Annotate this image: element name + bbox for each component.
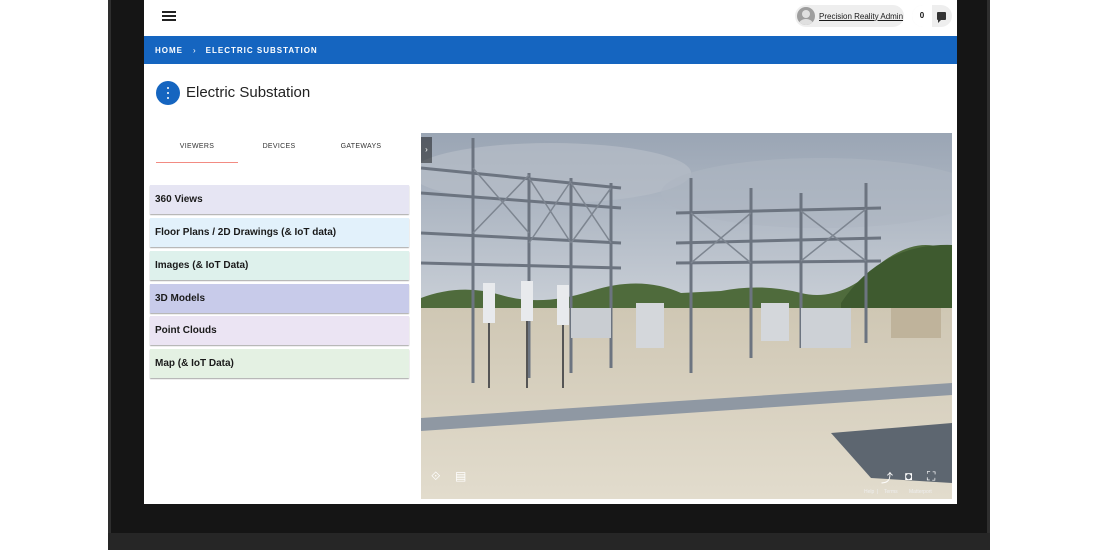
breadcrumb-current[interactable]: ELECTRIC SUBSTATION (206, 46, 318, 55)
user-name[interactable]: Precision Reality Admin (819, 12, 903, 21)
chevron-right-icon: › (193, 45, 196, 55)
matterport-logo[interactable]: Matterport (909, 489, 932, 495)
hamburger-menu-icon[interactable] (162, 9, 176, 23)
vr-icon[interactable]: ◘ (905, 469, 912, 483)
help-link[interactable]: Help (864, 489, 874, 495)
active-tab-indicator (156, 162, 238, 163)
app-screen: Precision Reality Admin 0 HOME › ELECTRI… (144, 0, 957, 504)
page-title: Electric Substation (186, 84, 311, 101)
chat-icon (937, 12, 946, 23)
breadcrumb-home[interactable]: HOME (155, 46, 183, 55)
list-item-point-clouds[interactable]: Point Clouds (150, 316, 409, 345)
laptop-base (108, 533, 990, 550)
list-item-360-views[interactable]: 360 Views (150, 185, 409, 214)
message-count: 0 (912, 5, 932, 27)
avatar (797, 7, 815, 25)
fullscreen-icon[interactable]: ⛶ (927, 469, 935, 484)
user-menu-button[interactable]: Precision Reality Admin (795, 5, 904, 27)
list-item-images[interactable]: Images (& IoT Data) (150, 251, 409, 280)
laptop-bezel-left (108, 0, 144, 550)
list-item-map[interactable]: Map (& IoT Data) (150, 349, 409, 378)
viewer-panel-toggle[interactable]: › (421, 137, 432, 163)
laptop-edge-right (987, 0, 990, 550)
tab-gateways[interactable]: GATEWAYS (320, 143, 402, 150)
laptop-edge-left (108, 0, 111, 550)
list-item-3d-models[interactable]: 3D Models (150, 284, 409, 313)
messages-button[interactable]: 0 (912, 5, 952, 27)
share-icon[interactable]: ⤴ (881, 469, 893, 486)
laptop-bezel-right (957, 0, 990, 550)
substation-photo (421, 133, 952, 499)
tab-devices[interactable]: DEVICES (238, 143, 320, 150)
floorplan-icon[interactable]: ▤ (455, 469, 466, 483)
dollhouse-icon[interactable]: ⟐ (431, 469, 440, 484)
more-options-icon[interactable] (156, 81, 180, 105)
list-item-floor-plans[interactable]: Floor Plans / 2D Drawings (& IoT data) (150, 218, 409, 247)
terms-link[interactable]: Terms (884, 489, 898, 495)
breadcrumb: HOME › ELECTRIC SUBSTATION (144, 36, 957, 64)
tab-viewers[interactable]: VIEWERS (156, 143, 238, 150)
footer-divider: | (877, 489, 879, 495)
substation-360-viewer[interactable]: › ⟐ ▤ ⤴ ◘ ⛶ Help | Terms Matterport (421, 133, 952, 499)
top-bar: Precision Reality Admin 0 (144, 0, 957, 36)
